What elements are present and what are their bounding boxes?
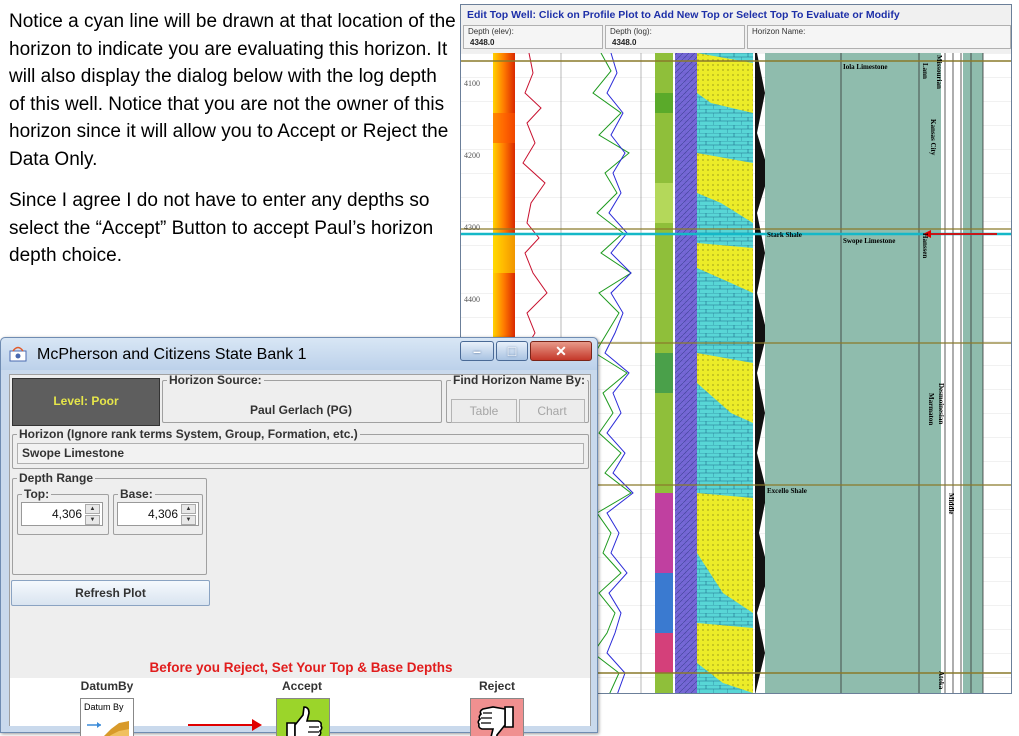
datum-by-icon-text: Datum By (84, 702, 124, 712)
base-spin-up-icon[interactable]: ▲ (181, 504, 196, 514)
horizon-name-field[interactable]: Horizon Name: (747, 25, 1011, 49)
top-legend: Top: (24, 487, 50, 501)
reject-button[interactable] (470, 698, 524, 736)
horizon-source-legend: Horizon Source: (169, 373, 262, 387)
top-depth-value: 4,306 (51, 507, 82, 521)
chart-button[interactable]: Chart (519, 399, 585, 423)
close-button[interactable]: ✕ (530, 341, 592, 361)
thumbs-down-icon (477, 706, 514, 736)
maximize-button[interactable]: □ (496, 341, 528, 361)
refresh-plot-button[interactable]: Refresh Plot (11, 580, 210, 606)
horizon-label-stark: Stark Shale (767, 231, 802, 239)
base-legend: Base: (120, 487, 153, 501)
base-depth-group: Base: 4,306 ▲ ▼ (113, 487, 203, 535)
depth-log-value: 4348.0 (612, 38, 637, 47)
horizon-group: Horizon (Ignore rank terms System, Group… (12, 427, 589, 469)
level-text: Level: Poor (53, 394, 119, 408)
datum-by-icon: Datum By (84, 702, 129, 736)
horizon-source-group: Horizon Source: Paul Gerlach (PG) (162, 373, 442, 423)
dialog-body: Level: Poor Horizon Source: Paul Gerlach… (9, 373, 591, 736)
level-badge: Level: Poor (12, 378, 160, 426)
depth-tick-4200: 4200 (464, 151, 480, 160)
depth-elev-label: Depth (elev): (468, 27, 514, 36)
reject-label: Reject (478, 679, 516, 693)
horizon-legend: Horizon (Ignore rank terms System, Group… (19, 427, 358, 441)
pointer-arrowhead-icon (252, 719, 262, 731)
dialog-titlebar[interactable]: McPherson and Citizens State Bank 1 – □ … (1, 338, 597, 370)
strat-label-atoka: Atoka (937, 671, 945, 690)
reject-warning: Before you Reject, Set Your Top & Base D… (149, 660, 453, 675)
top-depth-group: Top: 4,306 ▲ ▼ (17, 487, 109, 535)
dialog-title: McPherson and Citizens State Bank 1 (37, 346, 307, 363)
maximize-icon: □ (507, 343, 517, 359)
instruction-paragraph-1: Notice a cyan line will be drawn at that… (9, 11, 456, 170)
accept-button[interactable] (276, 698, 330, 736)
base-depth-value: 4,306 (147, 507, 178, 521)
depth-log-field[interactable]: Depth (log): 4348.0 (605, 25, 745, 49)
find-horizon-legend: Find Horizon Name By: (453, 373, 586, 387)
depth-tick-4100: 4100 (464, 79, 480, 88)
horizon-name-input[interactable]: Swope Limestone (17, 443, 584, 464)
strat-label-hertha: Hanssen (921, 233, 929, 259)
instruction-paragraph-2: Since I agree I do not have to enter any… (9, 190, 434, 266)
base-depth-spinner[interactable]: 4,306 ▲ ▼ (117, 502, 199, 526)
depth-elev-value: 4348.0 (470, 38, 495, 47)
instruction-text: Notice a cyan line will be drawn at that… (9, 8, 457, 284)
depth-elev-field[interactable]: Depth (elev): 4348.0 (463, 25, 603, 49)
strat-label-middle: Middle (947, 493, 955, 515)
depth-log-label: Depth (log): (610, 27, 652, 36)
thumbs-up-icon (286, 706, 323, 736)
strat-label-kansas-city: Kansas City (929, 119, 937, 156)
accept-label: Accept (281, 679, 322, 693)
minimize-button[interactable]: – (460, 341, 494, 361)
horizon-dialog: McPherson and Citizens State Bank 1 – □ … (0, 337, 598, 736)
datumby-button[interactable]: Datum By (80, 698, 134, 736)
base-spin-down-icon[interactable]: ▼ (181, 515, 196, 525)
depth-tick-4300: 4300 (464, 223, 480, 232)
depth-tick-4400: 4400 (464, 295, 480, 304)
horizon-label-excello: Excello Shale (767, 487, 807, 495)
horizon-label-swope: Swope Limestone (843, 237, 896, 245)
table-button[interactable]: Table (451, 399, 517, 423)
find-horizon-group: Find Horizon Name By: Table Chart (446, 373, 589, 423)
datumby-label: DatumBy (80, 679, 134, 693)
top-depth-spinner[interactable]: 4,306 ▲ ▼ (21, 502, 103, 526)
strat-label-lann: Lann (921, 63, 929, 79)
pointer-arrow (188, 724, 258, 726)
horizon-label-iola: Iola Limestone (843, 63, 888, 71)
horizon-source-value: Paul Gerlach (PG) (249, 403, 353, 417)
horizon-name-label: Horizon Name: (752, 27, 806, 36)
strat-label-missourian: Missourian (935, 55, 943, 89)
strat-label-marmaton: Marmaton (927, 393, 935, 426)
close-icon: ✕ (555, 343, 567, 359)
minimize-icon: – (473, 343, 481, 359)
strat-label-desmoinesian: Desmoinesian (937, 383, 945, 425)
java-app-icon (9, 346, 27, 362)
top-spin-up-icon[interactable]: ▲ (85, 504, 100, 514)
top-spin-down-icon[interactable]: ▼ (85, 515, 100, 525)
depth-range-group: Depth Range Top: 4,306 ▲ ▼ Base: 4,306 ▲… (12, 471, 207, 575)
depth-range-legend: Depth Range (19, 471, 94, 485)
edit-top-well-title: Edit Top Well: Click on Profile Plot to … (467, 9, 900, 21)
